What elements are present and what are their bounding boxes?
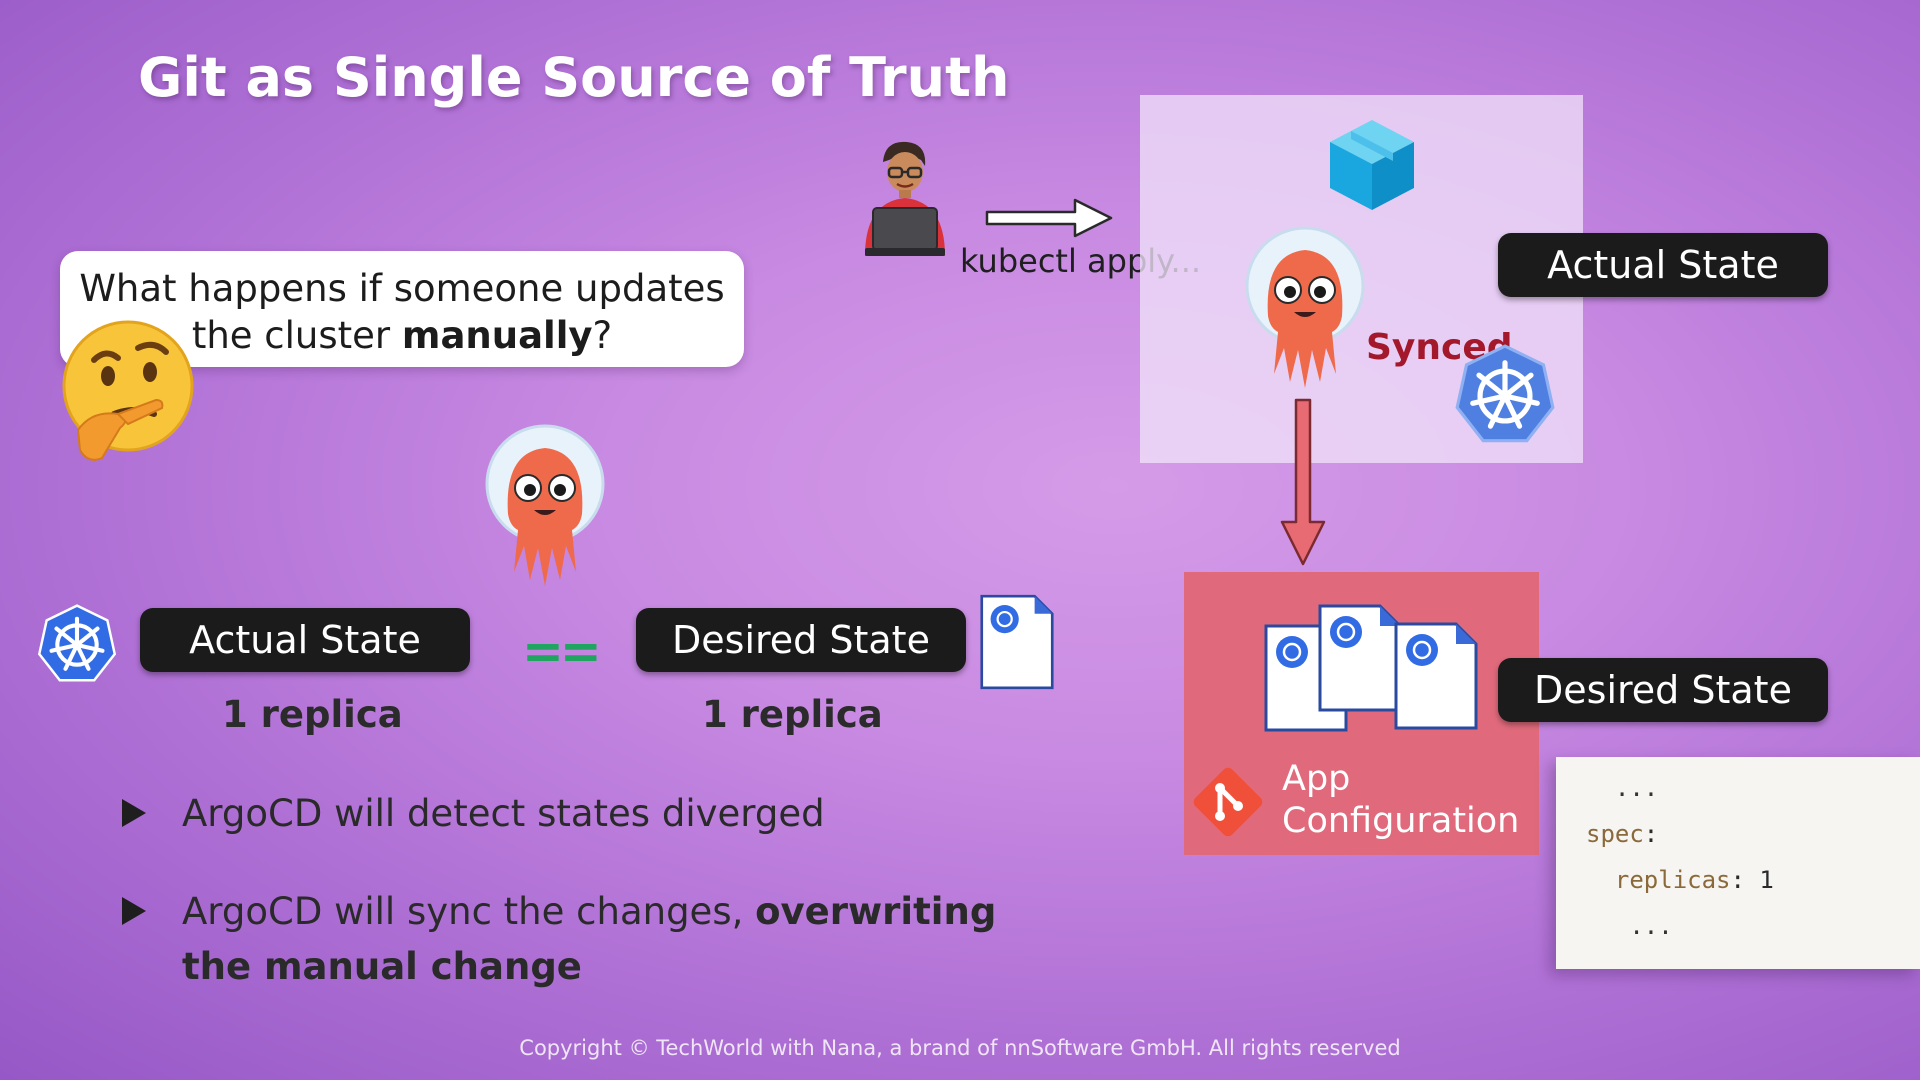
kubernetes-wheel-icon [37, 604, 117, 682]
bullet-detect-divergence: ArgoCD will detect states diverged [118, 786, 878, 841]
actual-state-label-left: Actual State [140, 608, 470, 672]
code-line-replicas: replicas: 1 [1614, 866, 1774, 894]
app-configuration-label: App Configuration [1282, 758, 1519, 842]
argo-octopus-icon [485, 424, 605, 586]
question-mark: ? [592, 314, 613, 357]
bullet-triangle-icon [122, 897, 146, 925]
kubernetes-wheel-icon [1455, 344, 1555, 443]
desired-state-label-left: Desired State [636, 608, 966, 672]
desired-state-label-right: Desired State [1498, 658, 1828, 722]
bullet-text: ArgoCD will sync the changes, overwritin… [182, 884, 1078, 994]
copyright-footer: Copyright © TechWorld with Nana, a brand… [519, 1036, 1401, 1060]
app-configuration-line-2: Configuration [1282, 801, 1520, 841]
app-configuration-line-1: App [1282, 759, 1351, 799]
bullet-text-plain: ArgoCD will sync the changes, [182, 890, 756, 933]
desired-replica-count: 1 replica [702, 693, 883, 736]
actual-state-label-right: Actual State [1498, 233, 1828, 297]
question-line-1: What happens if someone updates [79, 267, 725, 310]
code-key-spec: spec [1586, 820, 1644, 848]
bullet-text: ArgoCD will detect states diverged [182, 792, 825, 835]
developer-laptop-icon [865, 141, 945, 256]
equals-sign: == [522, 622, 602, 680]
code-line-ellipsis-1: ... [1614, 774, 1659, 802]
bullet-triangle-icon [122, 799, 146, 827]
code-line-spec: spec: [1586, 820, 1659, 848]
k8s-manifest-file-icon [980, 594, 1054, 690]
argo-octopus-icon [1245, 226, 1365, 388]
actual-replica-count: 1 replica [222, 693, 403, 736]
code-value-replicas: 1 [1759, 866, 1774, 894]
question-emphasis: manually [401, 314, 593, 357]
thinking-face-icon [62, 320, 194, 461]
question-text: the cluster [191, 314, 402, 357]
package-cube-icon [1330, 120, 1414, 210]
git-logo-icon [1193, 767, 1263, 837]
arrow-down-icon [1280, 398, 1326, 566]
k8s-manifest-file-icon [1318, 604, 1402, 712]
arrow-right-icon [985, 198, 1113, 238]
code-line-ellipsis-2: ... [1629, 912, 1673, 940]
slide-title: Git as Single Source of Truth [138, 46, 1010, 109]
yaml-code-snippet: ... spec: replicas: 1 ... [1556, 757, 1920, 969]
code-key-replicas: replicas [1614, 866, 1731, 894]
bullet-sync-changes: ArgoCD will sync the changes, overwritin… [118, 884, 1078, 994]
k8s-manifest-file-icon [1394, 622, 1478, 730]
